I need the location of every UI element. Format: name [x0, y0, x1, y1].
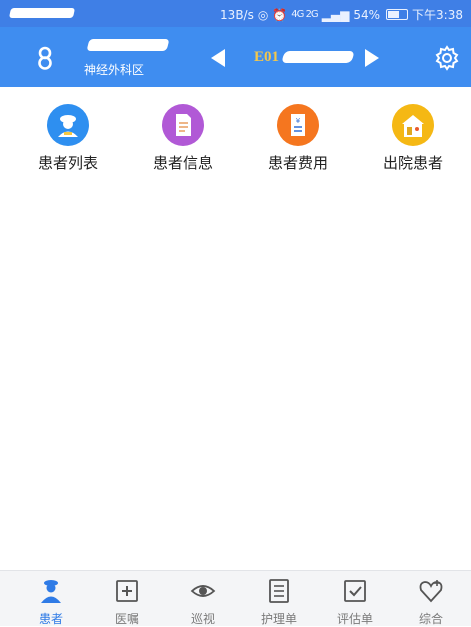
bed-number: E01	[254, 49, 280, 65]
nav-label: 医嘱	[114, 612, 139, 626]
gear-icon[interactable]	[434, 45, 460, 71]
ward-label: 神经外科区	[84, 63, 145, 77]
redacted-blot	[86, 39, 170, 51]
alarm-icon: ⏰	[272, 7, 288, 22]
nav-tab-inspection[interactable]: 巡视	[173, 578, 233, 627]
signal-text: 4G 2G	[291, 9, 318, 20]
battery-icon	[386, 9, 409, 20]
status-indicators: 13B/s ◎ ⏰ 4G 2G ▂▄▆ 54% 下午3:38	[220, 6, 463, 23]
redacted-blot	[8, 8, 76, 18]
nav-label: 护理单	[260, 612, 297, 626]
network-speed: 13B/s	[220, 7, 254, 22]
clock: 下午3:38	[412, 8, 463, 22]
patient-info-icon	[162, 104, 204, 146]
app-header: 神经外科区 E01	[0, 27, 471, 87]
nav-label: 评估单	[336, 612, 373, 626]
heart-plus-icon	[419, 580, 443, 603]
nav-tab-nursing-sheet[interactable]: 护理单	[249, 578, 309, 627]
eye-icon	[190, 585, 216, 597]
previous-patient-button[interactable]	[211, 49, 225, 67]
patient-fee-icon: ¥	[277, 104, 319, 146]
menu-item-patient-list[interactable]: 患者列表	[13, 100, 123, 173]
nav-label: 综合	[418, 612, 443, 626]
menu-label: 出院患者	[382, 154, 443, 172]
battery-percent: 54%	[353, 7, 381, 22]
next-patient-button[interactable]	[365, 49, 379, 67]
nurse-icon[interactable]	[34, 46, 56, 70]
menu-item-discharged[interactable]: 出院患者	[358, 100, 468, 173]
status-bar: 13B/s ◎ ⏰ 4G 2G ▂▄▆ 54% 下午3:38	[0, 0, 471, 27]
nurse-icon	[41, 580, 61, 603]
patient-list-icon	[47, 104, 89, 146]
nav-tab-patient[interactable]: 患者	[21, 578, 81, 627]
nursing-sheet-icon	[269, 579, 289, 603]
medical-order-icon	[116, 580, 138, 602]
nav-label: 巡视	[190, 612, 215, 626]
menu-item-patient-fee[interactable]: ¥ 患者费用	[243, 100, 353, 173]
assessment-icon	[344, 580, 366, 602]
nav-tab-general[interactable]: 综合	[401, 578, 461, 627]
nav-tab-medical-order[interactable]: 医嘱	[97, 578, 157, 627]
menu-item-patient-info[interactable]: 患者信息	[128, 100, 238, 173]
bottom-navigation: 患者 医嘱 巡视 护理单 评估单 综合	[0, 570, 471, 626]
nav-tab-assessment[interactable]: 评估单	[325, 578, 385, 627]
discharged-icon	[392, 104, 434, 146]
svg-text:¥: ¥	[296, 117, 301, 125]
function-menu: 患者列表 患者信息 ¥ 患者费用 出院患者	[0, 100, 471, 180]
redacted-blot	[281, 51, 355, 63]
menu-label: 患者信息	[152, 154, 213, 172]
signal-icon: ▂▄▆	[321, 7, 350, 22]
hotspot-icon: ◎	[257, 7, 269, 22]
menu-label: 患者列表	[37, 154, 98, 172]
nav-label: 患者	[38, 612, 63, 626]
menu-label: 患者费用	[267, 154, 328, 172]
